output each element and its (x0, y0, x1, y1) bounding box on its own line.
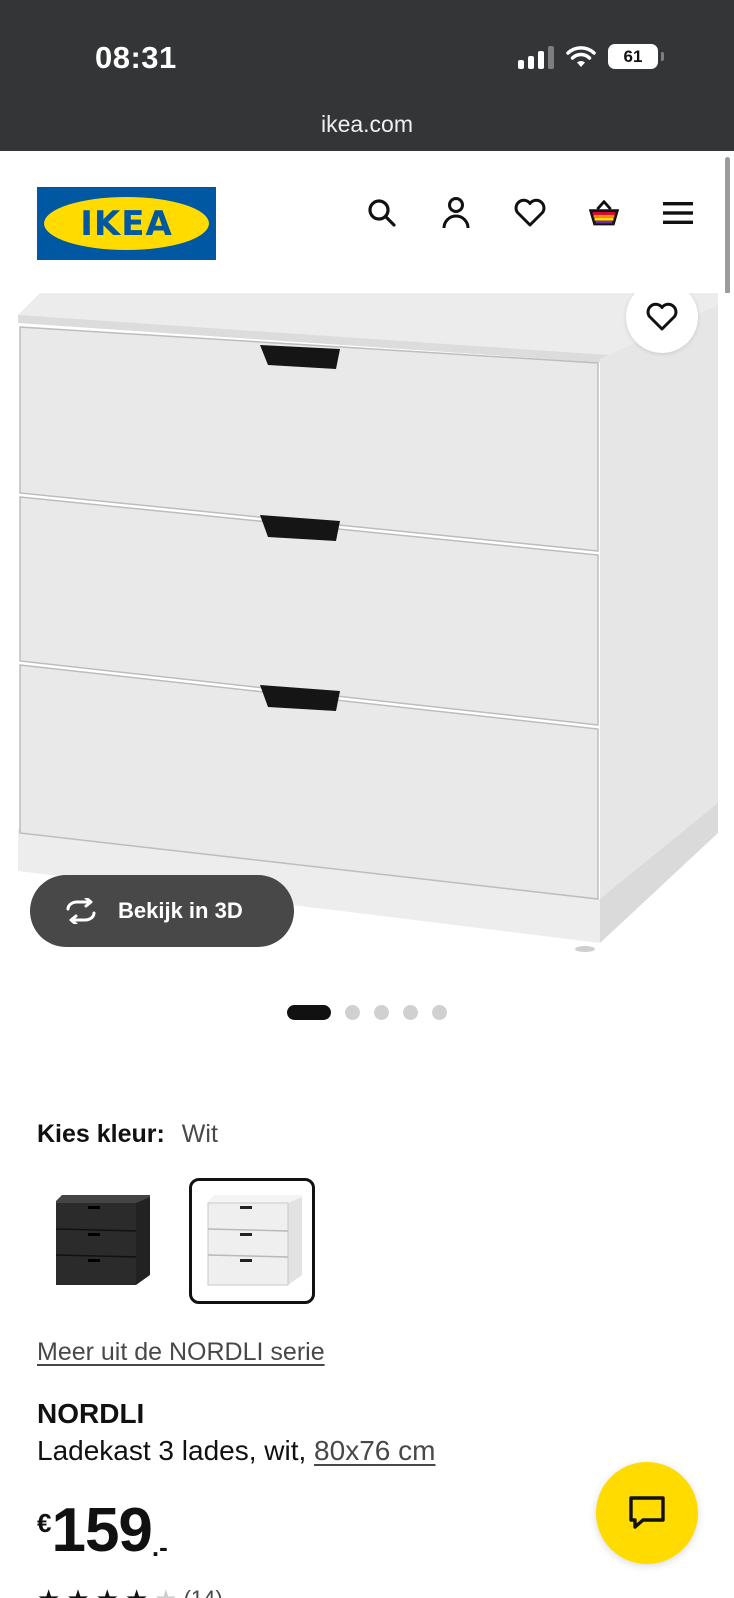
price-suffix: .- (151, 1532, 168, 1562)
rating-count: (14) (184, 1586, 223, 1598)
star-icon: ★ (37, 1586, 60, 1598)
product-description-text: Ladekast 3 lades, wit, (37, 1435, 315, 1466)
rotate-3d-icon (66, 898, 96, 924)
product-price: € 159 .- (37, 1500, 168, 1563)
heart-icon (646, 302, 678, 331)
address-bar-url[interactable]: ikea.com (0, 111, 734, 138)
product-dimensions-link[interactable]: 80x76 cm (314, 1435, 435, 1466)
product-image-gallery[interactable]: Bekijk in 3D (0, 293, 734, 973)
wifi-icon (566, 45, 596, 67)
star-empty-icon: ★ (154, 1586, 177, 1598)
product-image (18, 293, 718, 952)
selected-color-value: Wit (181, 1120, 218, 1148)
view-in-3d-button[interactable]: Bekijk in 3D (30, 875, 294, 947)
white-dresser-thumbnail (207, 1195, 302, 1286)
header-actions (364, 195, 696, 231)
cellular-signal-icon (518, 45, 554, 69)
color-chooser-label: Kies kleur: Wit (37, 1120, 218, 1149)
carousel-dot[interactable] (287, 1005, 331, 1020)
search-icon[interactable] (364, 195, 400, 231)
logo-text: IKEA (80, 203, 173, 244)
series-link[interactable]: Meer uit de NORDLI serie (37, 1338, 325, 1367)
carousel-dot[interactable] (432, 1005, 447, 1020)
site-header: IKEA (0, 151, 734, 293)
product-rating[interactable]: ★ ★ ★ ★ ★ (14) (37, 1586, 223, 1598)
account-icon[interactable] (438, 195, 474, 231)
chat-bubble-icon (629, 1496, 665, 1529)
page-scrollbar[interactable] (725, 157, 730, 294)
browser-chrome: 08:31 61 ikea.com (0, 0, 734, 151)
price-value: 159 (51, 1496, 152, 1565)
black-dresser-thumbnail (55, 1195, 150, 1285)
product-name: NORDLI (37, 1398, 145, 1429)
color-swatches (37, 1178, 315, 1304)
basket-icon[interactable] (586, 195, 622, 231)
carousel-dot[interactable] (403, 1005, 418, 1020)
chat-button[interactable] (596, 1462, 698, 1564)
product-description: Ladekast 3 lades, wit, 80x76 cm (37, 1435, 435, 1467)
menu-icon[interactable] (660, 195, 696, 231)
color-label: Kies kleur: (37, 1120, 165, 1148)
carousel-indicator (0, 1005, 734, 1020)
color-option-black[interactable] (37, 1178, 163, 1304)
star-icon: ★ (125, 1586, 148, 1598)
star-icon: ★ (66, 1586, 89, 1598)
status-icons: 61 (518, 44, 664, 69)
star-icon: ★ (96, 1586, 119, 1598)
view-in-3d-label: Bekijk in 3D (118, 898, 243, 923)
status-time: 08:31 (95, 40, 177, 75)
color-option-white[interactable] (189, 1178, 315, 1304)
ikea-logo[interactable]: IKEA (37, 187, 216, 260)
wishlist-icon[interactable] (512, 195, 548, 231)
carousel-dot[interactable] (374, 1005, 389, 1020)
battery-indicator: 61 (608, 44, 664, 69)
logo-oval: IKEA (44, 197, 209, 250)
carousel-dot[interactable] (345, 1005, 360, 1020)
price-currency: € (37, 1508, 52, 1538)
